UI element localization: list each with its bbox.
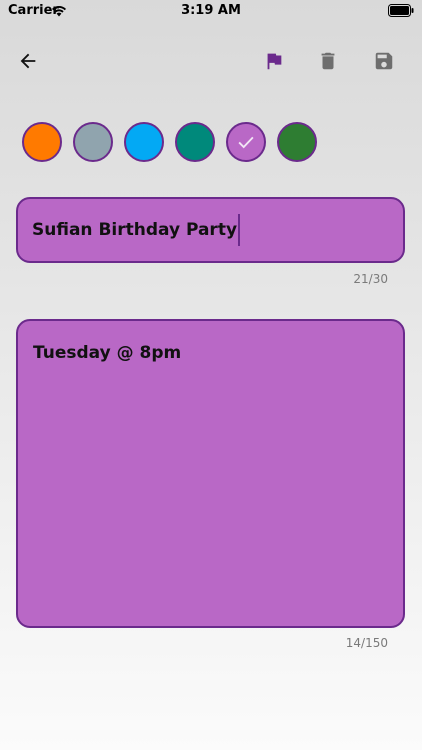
checkmark-icon [238, 136, 254, 149]
title-input[interactable]: Sufian Birthday Party [16, 197, 405, 263]
color-swatch-teal[interactable] [175, 122, 215, 162]
title-input-value: Sufian Birthday Party [32, 220, 238, 240]
flag-icon [267, 53, 282, 70]
color-swatch-gray[interactable] [73, 122, 113, 162]
note-body-textarea[interactable]: Tuesday @ 8pm [16, 319, 405, 628]
status-time: 3:19 AM [181, 3, 241, 18]
save-button[interactable] [367, 44, 401, 78]
flag-button[interactable] [257, 44, 291, 78]
color-swatch-purple[interactable] [226, 122, 266, 162]
color-swatch-green[interactable] [277, 122, 317, 162]
color-picker [22, 122, 402, 162]
color-swatch-orange[interactable] [22, 122, 62, 162]
delete-button[interactable] [311, 44, 345, 78]
toolbar [0, 44, 422, 78]
save-icon [375, 52, 393, 70]
text-caret [238, 214, 240, 246]
trash-icon [321, 52, 335, 70]
arrow-left-icon [20, 53, 36, 69]
note-body-value: Tuesday @ 8pm [33, 343, 182, 363]
color-swatch-blue[interactable] [124, 122, 164, 162]
back-button[interactable] [11, 44, 45, 78]
battery-icon [388, 4, 414, 17]
status-bar: Carrier 3:19 AM [0, 0, 422, 22]
body-char-counter: 14/150 [345, 636, 388, 650]
title-char-counter: 21/30 [353, 272, 388, 286]
